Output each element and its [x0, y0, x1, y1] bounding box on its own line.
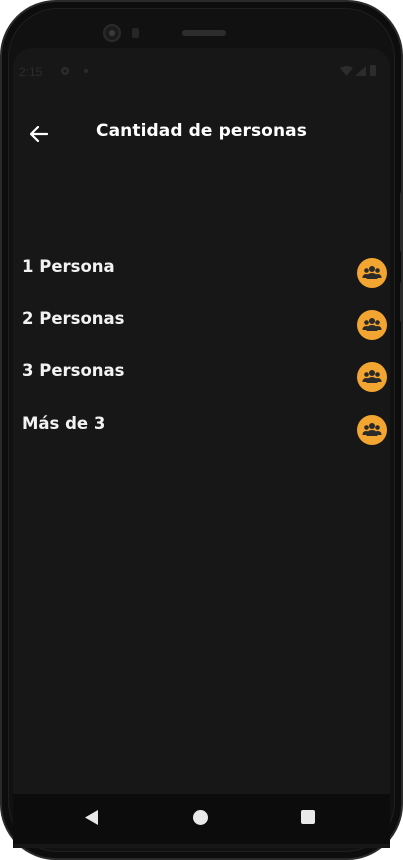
wifi-icon: [340, 66, 353, 76]
option-2-personas[interactable]: 2 Personas: [13, 295, 390, 343]
signal-icon: [355, 66, 366, 76]
group-icon[interactable]: [357, 415, 387, 445]
square-recents-icon[interactable]: [301, 810, 315, 824]
option-label: Más de 3: [22, 414, 106, 433]
battery-icon: [370, 65, 376, 76]
status-time: 2:15: [19, 65, 43, 79]
option-label: 2 Personas: [22, 309, 125, 328]
group-icon[interactable]: [357, 258, 387, 288]
group-icon[interactable]: [357, 310, 387, 340]
earpiece-speaker: [182, 30, 226, 36]
status-bar: 2:15: [13, 48, 390, 92]
notification-dot-icon: [84, 69, 88, 73]
option-mas-de-3[interactable]: Más de 3: [13, 400, 390, 448]
circle-home-icon[interactable]: [193, 810, 208, 825]
group-icon[interactable]: [357, 362, 387, 392]
system-navigation-bar: [13, 794, 390, 844]
front-camera: [103, 24, 121, 42]
page-title: Cantidad de personas: [96, 121, 307, 141]
option-label: 1 Persona: [22, 257, 115, 276]
screen: 2:15 Cantidad de personas 1 Persona 2 Pe…: [13, 48, 390, 848]
option-label: 3 Personas: [22, 361, 125, 380]
app-bar: Cantidad de personas: [13, 110, 390, 156]
option-1-persona[interactable]: 1 Persona: [13, 243, 390, 291]
option-3-personas[interactable]: 3 Personas: [13, 347, 390, 395]
settings-gear-icon: [61, 67, 69, 75]
proximity-sensor: [132, 28, 139, 38]
triangle-back-icon[interactable]: [85, 810, 99, 825]
